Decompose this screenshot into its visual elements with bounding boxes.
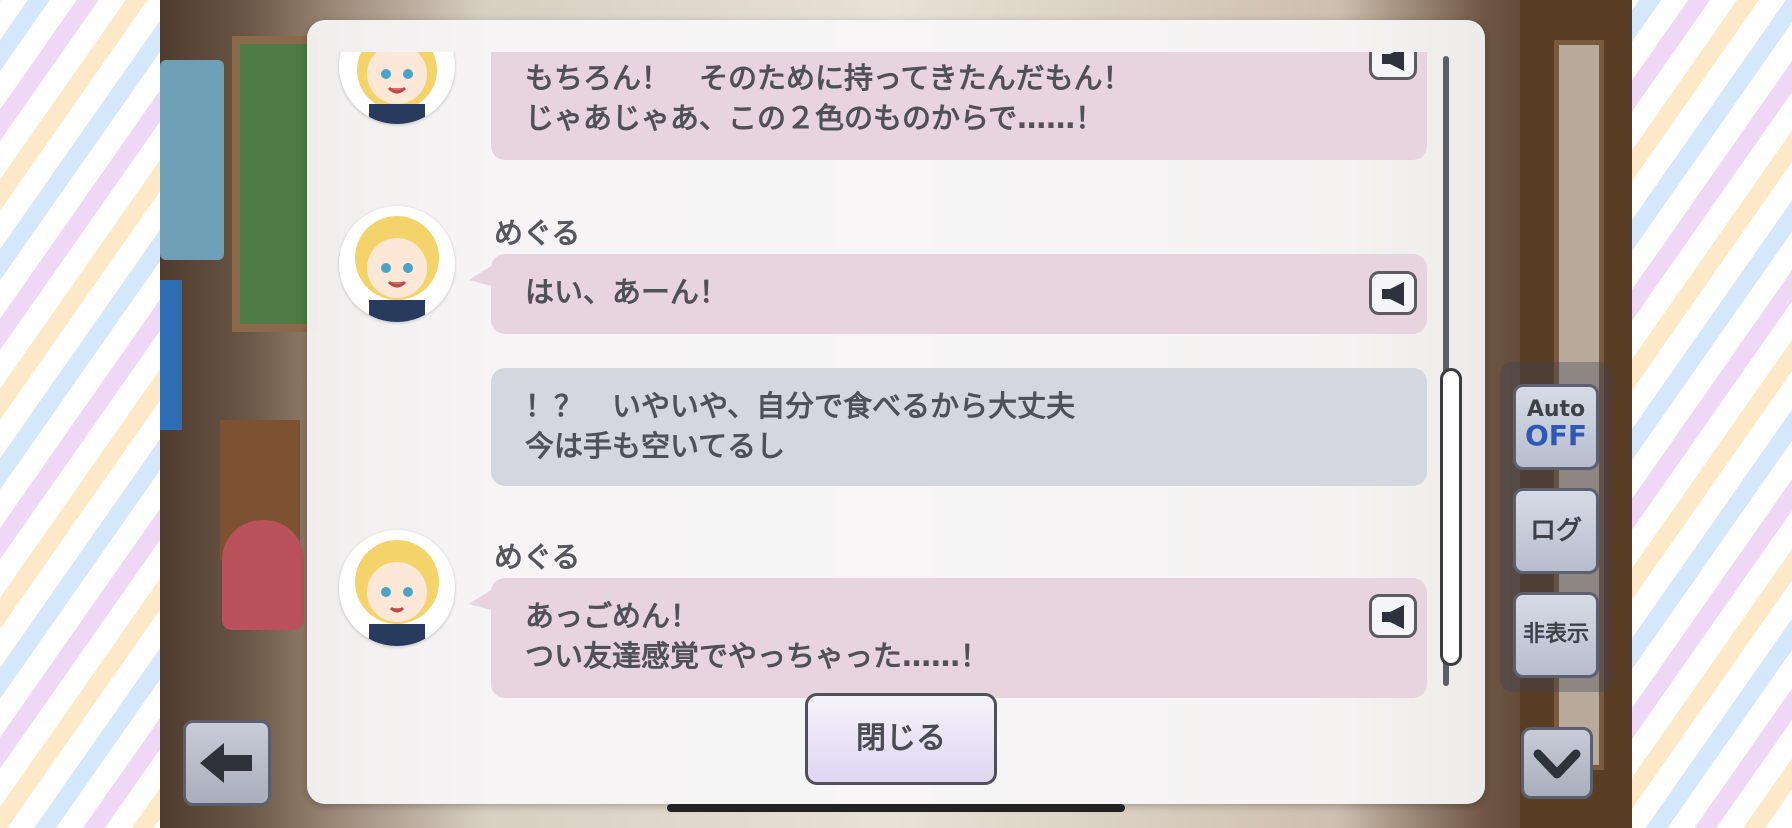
dialogue-line: つい友達感覚でやっちゃった……！ — [525, 639, 990, 673]
hide-button[interactable]: 非表示 — [1513, 592, 1599, 678]
auto-state: OFF — [1524, 419, 1588, 452]
dialogue-log-modal: もちろん！ そのために持ってきたんだもん！ じゃあじゃあ、この２色のものからで…… — [307, 20, 1485, 804]
scene-window — [232, 36, 318, 332]
scroll-down-button[interactable] — [1521, 727, 1593, 799]
avatar — [339, 530, 455, 646]
speaker-icon — [1382, 52, 1404, 71]
home-indicator[interactable] — [667, 804, 1125, 812]
scene-stool — [222, 520, 304, 630]
arrow-left-icon — [200, 743, 252, 783]
dialogue-log-list[interactable]: もちろん！ そのために持ってきたんだもん！ じゃあじゃあ、この２色のものからで…… — [307, 52, 1457, 700]
close-button[interactable]: 閉じる — [805, 693, 997, 785]
dialogue-line: 今は手も空いてるし — [525, 429, 786, 463]
dialogue-bubble: はい、あーん！ — [469, 254, 1427, 334]
speaker-name: めぐる — [494, 216, 581, 250]
dialogue-bubble: あっごめん！ つい友達感覚でやっちゃった……！ — [469, 578, 1427, 698]
dialogue-bubble: もちろん！ そのために持ってきたんだもん！ じゃあじゃあ、この２色のものからで…… — [491, 52, 1427, 160]
player-dialogue-bubble: ！？ いやいや、自分で食べるから大丈夫 今は手も空いてるし — [491, 368, 1427, 486]
scene-jacket — [160, 60, 224, 260]
auto-button[interactable]: Auto OFF — [1513, 384, 1599, 470]
voice-play-button[interactable] — [1369, 594, 1417, 638]
speaker-icon — [1382, 282, 1404, 306]
avatar — [339, 52, 455, 124]
dialogue-line: じゃあじゃあ、この２色のものからで……！ — [525, 101, 1105, 135]
voice-play-button[interactable] — [1369, 52, 1417, 80]
scene-poster — [160, 280, 182, 430]
dialogue-line: もちろん！ そのために持ってきたんだもん！ — [525, 61, 1132, 95]
dialogue-line: はい、あーん！ — [525, 275, 729, 309]
log-button[interactable]: ログ — [1513, 488, 1599, 574]
auto-label: Auto — [1526, 397, 1586, 422]
chevron-down-icon — [1533, 749, 1581, 779]
back-button[interactable] — [183, 720, 271, 806]
voice-play-button[interactable] — [1369, 271, 1417, 315]
avatar — [339, 206, 455, 322]
scrollbar-thumb[interactable] — [1440, 368, 1462, 666]
dialogue-line: ！？ いやいや、自分で食べるから大丈夫 — [525, 389, 1076, 423]
speaker-name: めぐる — [494, 540, 581, 574]
dialogue-line: あっごめん！ — [525, 599, 700, 633]
speaker-icon — [1382, 605, 1404, 629]
